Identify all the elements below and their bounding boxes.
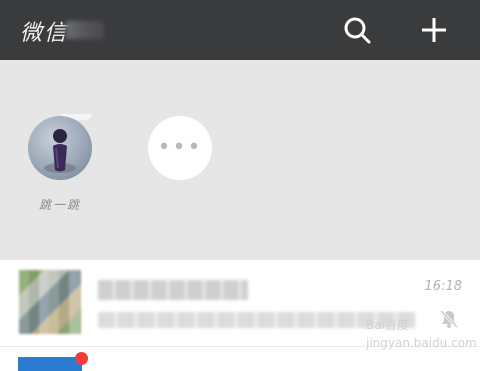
chat-time: 16:18 xyxy=(424,279,462,294)
mini-app-jump[interactable]: 跳一跳 xyxy=(28,116,92,213)
baidu-watermark: Bai百度 jingyan.baidu.com xyxy=(366,316,477,356)
app-title: 微信 xyxy=(20,21,69,46)
mini-app-label: 跳一跳 xyxy=(38,198,81,212)
watermark-line2: jingyan.baidu.com xyxy=(366,336,477,350)
blurred-status-text xyxy=(66,21,104,39)
watermark-line1: Bai百度 xyxy=(366,318,409,332)
avatar xyxy=(19,270,81,334)
mini-program-panel: 跳一跳 ••• xyxy=(0,60,480,260)
more-dots-icon: ••• xyxy=(148,116,212,180)
add-button[interactable] xyxy=(416,12,452,48)
mini-app-more[interactable]: ••• xyxy=(148,116,212,180)
search-icon xyxy=(344,17,371,44)
unread-badge xyxy=(75,352,88,365)
jump-game-icon xyxy=(28,116,92,180)
chat-name xyxy=(98,280,248,300)
search-button[interactable] xyxy=(339,12,375,48)
header-bar: 微信 xyxy=(0,0,480,60)
plus-icon xyxy=(422,18,446,42)
